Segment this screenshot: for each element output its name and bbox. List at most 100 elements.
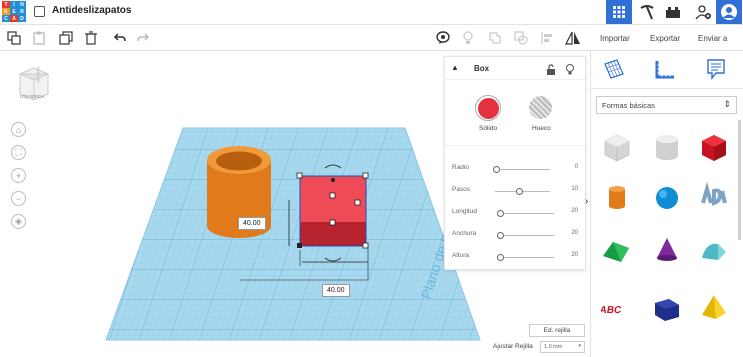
param-value[interactable]: 20 <box>564 252 578 258</box>
param-altura[interactable]: Altura 20 <box>452 252 578 262</box>
perspective-button[interactable]: ◈ <box>11 214 26 229</box>
param-label: Longitud <box>452 208 477 215</box>
group-button[interactable] <box>486 29 504 47</box>
undo-button[interactable] <box>110 29 128 47</box>
design-title[interactable]: Antideslizapatos <box>52 5 131 16</box>
shape-category-dropdown[interactable]: Formas básicas ⇕ <box>596 96 737 114</box>
param-anchura[interactable]: Anchura 20 <box>452 230 578 240</box>
shape-cone-purple[interactable] <box>650 233 684 267</box>
height-dimension[interactable]: 40.00 <box>238 217 266 230</box>
tinkercad-logo[interactable]: T I N K E R C A D <box>2 1 26 23</box>
workplane-grid-icon <box>604 59 624 79</box>
snap-grid-value: 1.0 mm <box>544 344 563 350</box>
param-longitud[interactable]: Longitud 20 <box>452 208 578 218</box>
shape-cylinder-orange[interactable] <box>600 180 634 214</box>
collapse-icon[interactable]: ▲ <box>451 63 459 72</box>
zoom-in-button[interactable]: + <box>11 168 26 183</box>
corner-handle[interactable] <box>297 243 302 248</box>
box-shape[interactable] <box>299 175 367 247</box>
import-button[interactable]: Importar <box>600 29 630 47</box>
param-value[interactable]: 20 <box>564 208 578 214</box>
pickaxe-icon <box>640 5 654 20</box>
divider <box>445 145 585 146</box>
view-cube-face-label: IZQUIERDA <box>20 94 45 99</box>
hole-button[interactable] <box>529 96 552 119</box>
shape-round-roof-teal[interactable] <box>697 233 731 267</box>
fit-view-button[interactable]: ⛶ <box>11 145 26 160</box>
shape-box-red[interactable] <box>697 130 731 164</box>
param-value[interactable]: 10 <box>564 186 578 192</box>
slider-knob[interactable] <box>497 232 504 239</box>
category-label: Formas básicas <box>602 101 655 110</box>
workplane-tool[interactable] <box>603 58 625 85</box>
add-user-button[interactable] <box>690 0 716 24</box>
mirror-button[interactable] <box>564 29 582 47</box>
bricks-button[interactable] <box>660 0 686 24</box>
copy-button[interactable] <box>5 29 23 47</box>
shape-cylinder-striped[interactable] <box>650 130 684 164</box>
lift-handle[interactable] <box>331 178 335 182</box>
note-button[interactable] <box>434 29 452 47</box>
slider-knob[interactable] <box>497 254 504 261</box>
tinker-button[interactable] <box>634 0 660 24</box>
solid-label: Sólido <box>479 125 498 132</box>
param-value[interactable]: 20 <box>564 230 578 236</box>
note-icon <box>707 59 725 80</box>
grid-view-button[interactable] <box>606 0 632 24</box>
param-value[interactable]: 0 <box>564 164 578 170</box>
home-view-button[interactable]: ⌂ <box>11 122 26 137</box>
shape-sphere-blue[interactable] <box>650 180 684 214</box>
edit-grid-button[interactable]: Ed. rejilla <box>529 324 585 337</box>
zoom-out-button[interactable]: − <box>11 191 26 206</box>
width-dimension[interactable]: 40.00 <box>322 284 350 297</box>
inspector-title: Box <box>474 64 490 73</box>
notes-tool[interactable] <box>705 58 727 85</box>
param-radio[interactable]: Radio 0 <box>452 164 578 174</box>
redo-button[interactable] <box>135 29 153 47</box>
align-button[interactable] <box>538 29 556 47</box>
param-pasos[interactable]: Pasos 10 <box>452 186 578 196</box>
shape-box-navy[interactable] <box>650 290 684 324</box>
panel-scrollbar[interactable] <box>738 120 741 240</box>
shape-pyramid-yellow[interactable] <box>697 290 731 324</box>
param-label: Altura <box>452 252 469 259</box>
design-menu-icon[interactable] <box>34 6 45 17</box>
paste-button[interactable] <box>30 29 48 47</box>
duplicate-button[interactable] <box>57 29 75 47</box>
slider-track[interactable] <box>499 257 554 258</box>
avatar[interactable] <box>716 0 742 24</box>
grid-icon <box>613 6 625 18</box>
svg-text:ABC: ABC <box>601 305 622 316</box>
logo-letter: N <box>18 1 26 8</box>
param-label: Pasos <box>452 186 471 193</box>
delete-icon <box>85 31 97 45</box>
ruler-icon <box>655 61 674 79</box>
delete-button[interactable] <box>82 29 100 47</box>
snap-grid-select[interactable]: 1.0 mm ▾ <box>540 341 585 353</box>
snap-grid-label: Ajustar Rejilla <box>493 343 533 350</box>
light-icon <box>463 31 473 44</box>
ruler-tool[interactable] <box>654 58 676 85</box>
light-button[interactable] <box>459 29 477 47</box>
solid-button[interactable] <box>475 95 501 121</box>
slider-track[interactable] <box>499 235 554 236</box>
align-icon <box>541 32 552 44</box>
slider-knob[interactable] <box>497 210 504 217</box>
send-to-button[interactable]: Enviar a <box>698 29 727 47</box>
group-icon <box>489 32 501 44</box>
lock-icon[interactable] <box>546 62 556 80</box>
slider-track[interactable] <box>499 213 554 214</box>
home-icon: ⌂ <box>15 124 22 135</box>
height-handle[interactable] <box>329 219 336 226</box>
shape-text-3d[interactable] <box>697 180 731 214</box>
slider-knob[interactable] <box>516 188 523 195</box>
undo-icon <box>113 33 126 42</box>
shape-box-striped[interactable] <box>600 130 634 164</box>
ungroup-button[interactable] <box>512 29 530 47</box>
slider-track[interactable] <box>495 169 550 170</box>
export-button[interactable]: Exportar <box>650 29 680 47</box>
bulb-icon[interactable] <box>565 62 575 80</box>
shape-roof-green[interactable] <box>600 233 634 267</box>
shape-text-red[interactable]: ABC <box>600 290 634 324</box>
slider-knob[interactable] <box>493 166 500 173</box>
